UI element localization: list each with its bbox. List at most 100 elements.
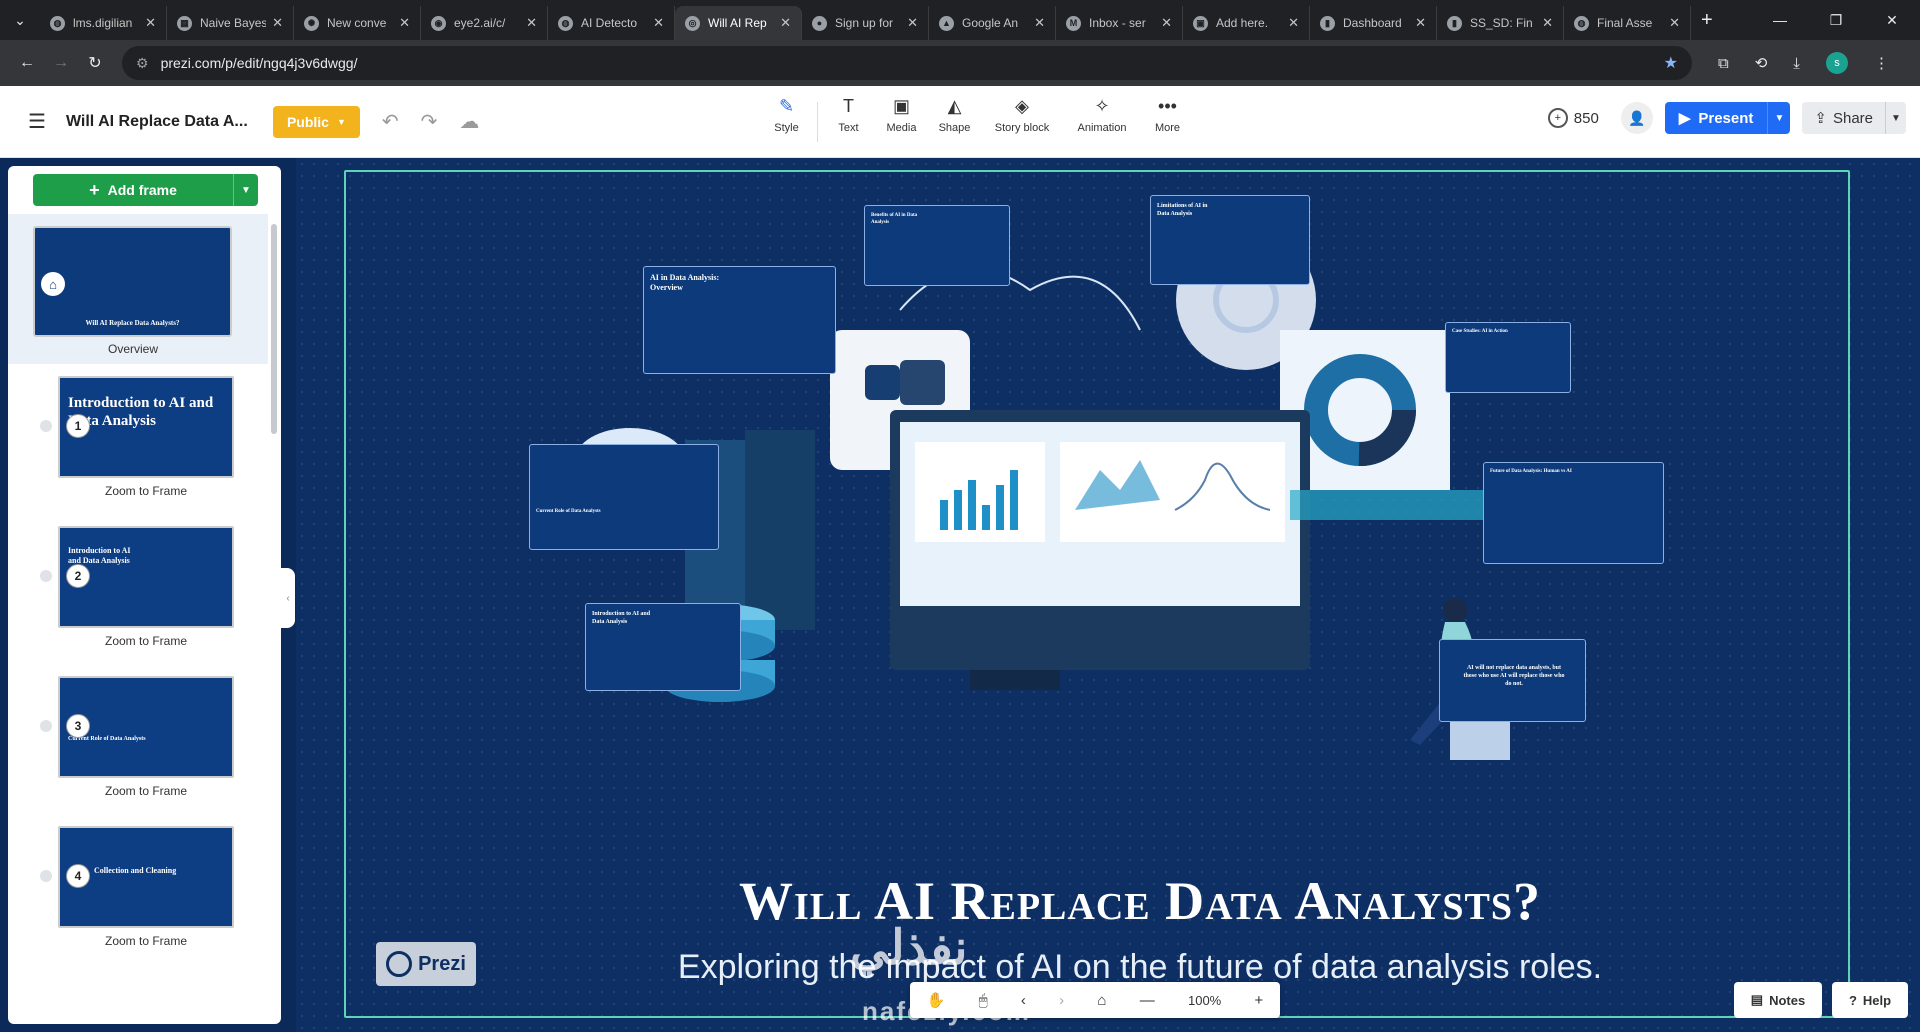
share-button[interactable]: ⇪ Share ▼ [1802, 102, 1906, 134]
close-window-icon[interactable]: ✕ [1864, 0, 1920, 40]
zoom-in-icon[interactable]: + [1255, 992, 1264, 1009]
redo-icon[interactable]: ↷ [421, 109, 438, 134]
close-tab-icon[interactable]: ✕ [1669, 15, 1680, 31]
collapse-panel-icon[interactable]: ‹ [281, 568, 295, 628]
browser-tab[interactable]: ▣ Add here. ✕ [1183, 6, 1310, 40]
tab-title: Will AI Rep [708, 16, 767, 30]
canvas-frame-quote[interactable]: AI will not replace data analysts, but t… [1439, 639, 1586, 722]
back-icon[interactable]: ← [10, 54, 44, 72]
zoom-out-icon[interactable]: — [1140, 992, 1155, 1009]
home-icon[interactable]: ⌂ [1097, 992, 1106, 1009]
canvas-frame-intro[interactable]: Introduction to AI and Data Analysis [585, 603, 741, 691]
browser-tab[interactable]: ▮ SS_SD: Fin ✕ [1437, 6, 1564, 40]
close-tab-icon[interactable]: ✕ [653, 15, 664, 31]
text-icon: T [843, 96, 854, 116]
close-tab-icon[interactable]: ✕ [145, 15, 156, 31]
close-tab-icon[interactable]: ✕ [1161, 15, 1172, 31]
present-button[interactable]: ▶ Present ▼ [1664, 102, 1791, 134]
frame-item-3[interactable]: Current Role of Data Analysts 3 Zoom to … [8, 676, 268, 826]
canvas-frame-benefits[interactable]: Benefits of AI in Data Analysis [864, 205, 1010, 286]
notes-button[interactable]: ▤ Notes [1734, 982, 1822, 1018]
watermark: نفذلي [850, 922, 968, 975]
hamburger-menu-icon[interactable]: ☰ [28, 109, 46, 134]
browser-tab[interactable]: ▦ Naive Bayes ✕ [167, 6, 294, 40]
overview-item[interactable]: ⌂ Will AI Replace Data Analysts? Overvie… [8, 214, 268, 364]
share-label: Share [1832, 109, 1873, 127]
browser-tab[interactable]: ◎ Will AI Rep ✕ [675, 6, 802, 40]
overview-thumbnail[interactable]: ⌂ Will AI Replace Data Analysts? [33, 226, 232, 337]
browser-menu-icon[interactable]: ⋮ [1874, 54, 1889, 72]
zoom-to-frame-link[interactable]: Zoom to Frame [58, 784, 234, 798]
minimize-icon[interactable]: — [1752, 0, 1808, 40]
forward-icon[interactable]: → [44, 54, 78, 72]
frame-item-1[interactable]: Introduction to AI and Data Analysis 1 Z… [8, 376, 268, 526]
close-tab-icon[interactable]: ✕ [526, 15, 537, 31]
close-tab-icon[interactable]: ✕ [272, 15, 283, 31]
present-main[interactable]: ▶ Present [1665, 102, 1769, 134]
undo-redo-group: ↶ ↷ ☁ [382, 109, 480, 134]
extensions-icon[interactable]: ⧉ [1718, 55, 1729, 72]
canvas-frame-limitations[interactable]: Limitations of AI in Data Analysis [1150, 195, 1310, 285]
tool-shape[interactable]: ◭ Shape [928, 96, 981, 148]
canvas-frame-future[interactable]: Future of Data Analysis: Human vs AI [1483, 462, 1664, 564]
browser-tab[interactable]: ◉ eye2.ai/c/ ✕ [421, 6, 548, 40]
browser-tab[interactable]: ● Sign up for ✕ [802, 6, 929, 40]
tool-text[interactable]: T Text [822, 96, 875, 148]
download-icon[interactable]: ⤓ [1793, 55, 1800, 72]
browser-tab[interactable]: ◍ Final Asse ✕ [1564, 6, 1691, 40]
site-info-icon[interactable]: ⚙ [136, 55, 149, 72]
add-frame-dropdown-icon[interactable]: ▼ [234, 174, 258, 206]
add-frame-main[interactable]: + Add frame [33, 174, 234, 206]
browser-tab[interactable]: ◍ lms.digilian ✕ [40, 6, 167, 40]
present-dropdown-icon[interactable]: ▼ [1768, 113, 1790, 124]
tool-media[interactable]: ▣ Media [875, 96, 928, 148]
presentation-title[interactable]: Will AI Replace Data A... [66, 113, 261, 131]
frame-item-4[interactable]: Collection and Cleaning 4 Zoom to Frame [8, 826, 268, 976]
browser-tab[interactable]: ▮ Dashboard ✕ [1310, 6, 1437, 40]
reload-icon[interactable]: ↻ [78, 53, 112, 73]
frame-item-2[interactable]: Introduction to AI and Data Analysis 2 Z… [8, 526, 268, 676]
close-tab-icon[interactable]: ✕ [399, 15, 410, 31]
ai-credits[interactable]: + 850 [1547, 108, 1599, 128]
tool-style[interactable]: ✎ Style [760, 96, 813, 148]
url-input[interactable]: ⚙ prezi.com/p/edit/ngq4j3v6dwgg/ ★ [122, 46, 1692, 80]
profile-avatar[interactable]: s [1825, 52, 1848, 74]
canvas-frame-ai-overview[interactable]: AI in Data Analysis: Overview [643, 266, 836, 374]
hand-icon[interactable]: ✋ [927, 991, 946, 1009]
history-icon[interactable]: ⟲ [1755, 54, 1768, 72]
browser-tab[interactable]: ✺ New conve ✕ [294, 6, 421, 40]
share-main[interactable]: ⇪ Share [1802, 102, 1886, 134]
help-button[interactable]: ? Help [1832, 982, 1908, 1018]
mouse-icon[interactable]: 🖱 [979, 992, 988, 1009]
public-button[interactable]: Public ▼ [272, 105, 360, 138]
add-collaborator-icon[interactable]: 👤 [1620, 102, 1653, 134]
browser-tab[interactable]: M Inbox - ser ✕ [1056, 6, 1183, 40]
canvas-frame-case-studies[interactable]: Case Studies: AI in Action [1445, 322, 1571, 393]
tab-search-icon[interactable]: ⌄ [0, 0, 40, 40]
slide-title[interactable]: Will AI Replace Data Analysts? [640, 870, 1640, 932]
close-tab-icon[interactable]: ✕ [780, 15, 791, 31]
close-tab-icon[interactable]: ✕ [1034, 15, 1045, 31]
close-tab-icon[interactable]: ✕ [1415, 15, 1426, 31]
close-tab-icon[interactable]: ✕ [1288, 15, 1299, 31]
tool-story-block[interactable]: ◈ Story block [981, 96, 1063, 148]
zoom-to-frame-link[interactable]: Zoom to Frame [58, 634, 234, 648]
share-dropdown-icon[interactable]: ▼ [1886, 113, 1906, 124]
bookmark-star-icon[interactable]: ★ [1664, 53, 1678, 73]
browser-tab[interactable]: ▲ Google An ✕ [929, 6, 1056, 40]
undo-icon[interactable]: ↶ [382, 109, 399, 134]
next-arrow-icon[interactable]: › [1059, 992, 1064, 1009]
zoom-to-frame-link[interactable]: Zoom to Frame [58, 484, 234, 498]
restore-icon[interactable]: ❐ [1808, 0, 1864, 40]
close-tab-icon[interactable]: ✕ [1542, 15, 1553, 31]
new-tab-button[interactable]: + [1701, 9, 1713, 32]
tool-more[interactable]: ••• More [1141, 96, 1194, 148]
sidebar-scrollbar[interactable] [271, 224, 277, 434]
close-tab-icon[interactable]: ✕ [907, 15, 918, 31]
canvas-frame-current-role[interactable]: Current Role of Data Analysts [529, 444, 719, 550]
add-frame-button[interactable]: + Add frame ▼ [33, 174, 258, 206]
zoom-to-frame-link[interactable]: Zoom to Frame [58, 934, 234, 948]
tool-animation[interactable]: ✧ Animation [1063, 96, 1141, 148]
prev-arrow-icon[interactable]: ‹ [1021, 992, 1026, 1009]
browser-tab[interactable]: ◍ AI Detecto ✕ [548, 6, 675, 40]
